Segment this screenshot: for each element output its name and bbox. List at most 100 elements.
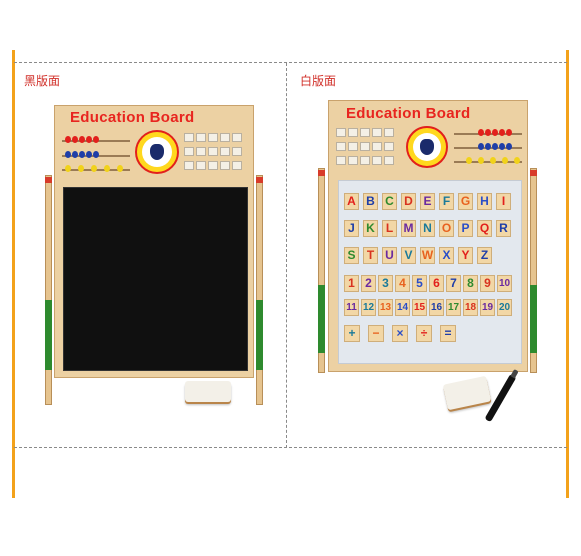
clock-icon xyxy=(406,126,448,168)
magnet-row3-4: W xyxy=(420,247,435,264)
left-leg-green xyxy=(45,300,52,370)
magnet-row5-2: 13 xyxy=(378,299,393,316)
magnet-row6-4: = xyxy=(440,325,456,342)
right-panel-label: 白版面 xyxy=(300,74,337,88)
magnet-row3-1: T xyxy=(363,247,378,264)
magnet-row4-5: 6 xyxy=(429,275,444,292)
magnet-row5-8: 19 xyxy=(480,299,495,316)
magnet-row3-6: Y xyxy=(458,247,473,264)
magnet-row4-4: 5 xyxy=(412,275,427,292)
magnet-row2-4: N xyxy=(420,220,435,237)
abacus-bead xyxy=(72,151,78,158)
clock-face xyxy=(413,133,441,161)
magnet-row4-8: 9 xyxy=(480,275,495,292)
abacus-bead xyxy=(499,143,505,150)
magnet-row6-3: ÷ xyxy=(416,325,432,342)
left-accent-bar xyxy=(12,50,15,498)
center-divider xyxy=(286,63,287,448)
magnet-row5-3: 14 xyxy=(395,299,410,316)
magnet-row4-9: 10 xyxy=(497,275,512,292)
right-leg-cap xyxy=(256,177,263,183)
clock-icon xyxy=(135,130,179,174)
abacus-bead xyxy=(79,136,85,143)
abacus-bead xyxy=(78,165,84,172)
magnet-row1-3: D xyxy=(401,193,416,210)
flip-tiles xyxy=(336,128,406,170)
magnet-row4-3: 4 xyxy=(395,275,410,292)
abacus-bead xyxy=(93,151,99,158)
magnet-row3-0: S xyxy=(344,247,359,264)
magnet-row1-5: F xyxy=(439,193,454,210)
right-leg-green xyxy=(256,300,263,370)
magnet-row2-0: J xyxy=(344,220,359,237)
magnet-row2-6: P xyxy=(458,220,473,237)
abacus-bead xyxy=(478,157,484,164)
magnet-row5-6: 17 xyxy=(446,299,461,316)
magnet-row2-7: Q xyxy=(477,220,492,237)
abacus-bead xyxy=(492,143,498,150)
abacus-bead xyxy=(91,165,97,172)
magnet-row4-2: 3 xyxy=(378,275,393,292)
magnet-row3-5: X xyxy=(439,247,454,264)
left-leg-green xyxy=(318,285,325,353)
top-divider xyxy=(14,62,567,63)
magnet-row1-0: A xyxy=(344,193,359,210)
abacus-bead xyxy=(86,151,92,158)
magnet-row2-8: R xyxy=(496,220,511,237)
magnet-row6-0: + xyxy=(344,325,360,342)
abacus-bead xyxy=(65,136,71,143)
magnet-row5-0: 11 xyxy=(344,299,359,316)
magnet-row5-7: 18 xyxy=(463,299,478,316)
magnet-row4-7: 8 xyxy=(463,275,478,292)
abacus-bead xyxy=(466,157,472,164)
abacus-bead xyxy=(485,129,491,136)
abacus-bead xyxy=(478,143,484,150)
board-title: Education Board xyxy=(70,109,195,126)
magnet-row2-2: L xyxy=(382,220,397,237)
mouse-icon xyxy=(420,139,434,155)
left-leg-cap xyxy=(45,177,52,183)
abacus-bead xyxy=(499,129,505,136)
magnet-row5-5: 16 xyxy=(429,299,444,316)
abacus-rod xyxy=(454,161,522,163)
magnet-row4-0: 1 xyxy=(344,275,359,292)
right-leg xyxy=(256,175,263,405)
left-panel-label: 黑版面 xyxy=(24,74,61,88)
magnet-row2-5: O xyxy=(439,220,454,237)
abacus-bead xyxy=(72,136,78,143)
bottom-divider xyxy=(14,447,567,448)
magnet-row1-1: B xyxy=(363,193,378,210)
magnet-row6-1: − xyxy=(368,325,384,342)
abacus-bead xyxy=(117,165,123,172)
magnet-row1-8: I xyxy=(496,193,511,210)
right-leg-cap xyxy=(530,170,537,176)
abacus-bead xyxy=(506,129,512,136)
magnet-row5-1: 12 xyxy=(361,299,376,316)
abacus-bead xyxy=(86,136,92,143)
right-accent-bar xyxy=(566,50,569,498)
magnet-row1-7: H xyxy=(477,193,492,210)
abacus-bead xyxy=(506,143,512,150)
eraser xyxy=(442,375,492,411)
magnet-row2-1: K xyxy=(363,220,378,237)
abacus-bead xyxy=(65,151,71,158)
left-leg xyxy=(45,175,52,405)
abacus-bead xyxy=(485,143,491,150)
magnet-row4-1: 2 xyxy=(361,275,376,292)
clock-face xyxy=(142,137,172,167)
mouse-icon xyxy=(150,144,164,160)
abacus-bead xyxy=(490,157,496,164)
right-leg-green xyxy=(530,285,537,353)
abacus-bead xyxy=(93,136,99,143)
whiteboard-easel: Education Board ABCDEFGHI JKLMNOPQR STUVWX… xyxy=(316,100,542,375)
abacus-bead xyxy=(104,165,110,172)
eraser xyxy=(185,381,231,402)
left-leg-cap xyxy=(318,170,325,176)
magnet-row1-2: C xyxy=(382,193,397,210)
board-title: Education Board xyxy=(346,105,471,122)
magnet-row5-4: 15 xyxy=(412,299,427,316)
magnet-row4-6: 7 xyxy=(446,275,461,292)
abacus-bead xyxy=(65,165,71,172)
blackboard-easel: Education Board xyxy=(40,105,270,405)
abacus-bead xyxy=(492,129,498,136)
